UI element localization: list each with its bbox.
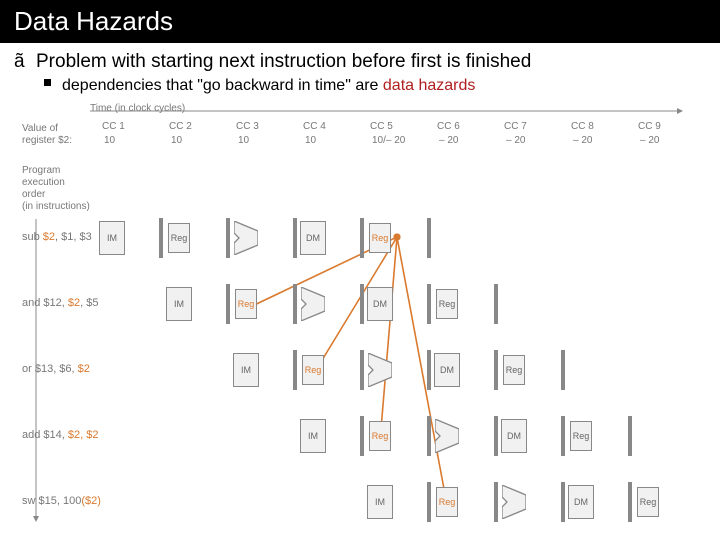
pipe-latch bbox=[360, 218, 364, 258]
reg-value: – 20 bbox=[573, 135, 592, 146]
instruction-label: or $13, $6, $2 bbox=[22, 363, 90, 375]
pipe-latch bbox=[561, 416, 565, 456]
pipe-latch bbox=[360, 350, 364, 390]
pipe-latch bbox=[561, 350, 565, 390]
dot-icon bbox=[44, 77, 62, 86]
sub-text-pre: dependencies that "go backward in time" … bbox=[62, 77, 383, 94]
cc-header: CC 6 bbox=[437, 121, 460, 132]
pipe-latch bbox=[159, 218, 163, 258]
pipe-latch bbox=[360, 416, 364, 456]
stage-im: IM bbox=[233, 353, 259, 387]
stage-im: IM bbox=[99, 221, 125, 255]
stage-wb-reg: Reg bbox=[369, 223, 391, 253]
bullet-symbol: ã bbox=[14, 51, 36, 73]
cc-header: CC 7 bbox=[504, 121, 527, 132]
stage-dm: DM bbox=[300, 221, 326, 255]
instruction-label: add $14, $2, $2 bbox=[22, 429, 98, 441]
time-header: Time (in clock cycles) bbox=[90, 103, 185, 114]
sub-text-hazard: data hazards bbox=[383, 77, 476, 94]
stage-im: IM bbox=[300, 419, 326, 453]
reg-value: 10 bbox=[171, 135, 182, 146]
stage-wb-reg: Reg bbox=[570, 421, 592, 451]
stage-wb-reg: Reg bbox=[436, 289, 458, 319]
stage-alu bbox=[368, 353, 392, 387]
stage-wb-reg: Reg bbox=[503, 355, 525, 385]
reg-value: 10 bbox=[305, 135, 316, 146]
value-header-b: register $2: bbox=[22, 135, 72, 146]
pipe-latch bbox=[360, 284, 364, 324]
sub-bullet: dependencies that "go backward in time" … bbox=[44, 77, 706, 95]
cc-header: CC 4 bbox=[303, 121, 326, 132]
pipe-latch bbox=[494, 482, 498, 522]
stage-im: IM bbox=[367, 485, 393, 519]
page-title: Data Hazards bbox=[0, 0, 720, 43]
pipeline-diagram: Time (in clock cycles) Value of register… bbox=[22, 103, 712, 533]
reg-value: – 20 bbox=[640, 135, 659, 146]
stage-wb-reg: Reg bbox=[637, 487, 659, 517]
stage-alu bbox=[502, 485, 526, 519]
pipe-latch bbox=[628, 482, 632, 522]
pipe-latch bbox=[427, 416, 431, 456]
pipe-latch bbox=[293, 218, 297, 258]
stage-id-reg: Reg bbox=[235, 289, 257, 319]
slide-body: ã Problem with starting next instruction… bbox=[0, 43, 720, 541]
stage-dm: DM bbox=[367, 287, 393, 321]
pipe-latch bbox=[494, 416, 498, 456]
instruction-label: and $12, $2, $5 bbox=[22, 297, 98, 309]
prog-c: order bbox=[22, 189, 45, 200]
stage-id-reg: Reg bbox=[302, 355, 324, 385]
pipe-latch bbox=[427, 218, 431, 258]
cc-header: CC 9 bbox=[638, 121, 661, 132]
pipe-latch bbox=[226, 218, 230, 258]
pipe-latch bbox=[494, 350, 498, 390]
reg-value: – 20 bbox=[439, 135, 458, 146]
pipe-latch bbox=[494, 284, 498, 324]
sub-text: dependencies that "go backward in time" … bbox=[62, 77, 475, 95]
pipe-latch bbox=[226, 284, 230, 324]
cc-header: CC 8 bbox=[571, 121, 594, 132]
bullet-main: ã Problem with starting next instruction… bbox=[14, 51, 706, 73]
pipe-latch bbox=[293, 350, 297, 390]
stage-id-reg: Reg bbox=[168, 223, 190, 253]
stage-id-reg: Reg bbox=[436, 487, 458, 517]
pipe-latch bbox=[427, 482, 431, 522]
pipe-latch bbox=[293, 284, 297, 324]
prog-d: (in instructions) bbox=[22, 201, 90, 212]
pipe-latch bbox=[561, 482, 565, 522]
stage-id-reg: Reg bbox=[369, 421, 391, 451]
stage-alu bbox=[301, 287, 325, 321]
cc-header: CC 3 bbox=[236, 121, 259, 132]
pipe-latch bbox=[628, 416, 632, 456]
stage-alu bbox=[234, 221, 258, 255]
stage-alu bbox=[435, 419, 459, 453]
value-header-a: Value of bbox=[22, 123, 58, 134]
reg-value: 10 bbox=[104, 135, 115, 146]
instruction-label: sub $2, $1, $3 bbox=[22, 231, 92, 243]
instruction-label: sw $15, 100($2) bbox=[22, 495, 101, 507]
cc-header: CC 1 bbox=[102, 121, 125, 132]
pipe-latch bbox=[427, 350, 431, 390]
bullet-text: Problem with starting next instruction b… bbox=[36, 51, 531, 73]
prog-a: Program bbox=[22, 165, 60, 176]
stage-dm: DM bbox=[501, 419, 527, 453]
reg-value: – 20 bbox=[506, 135, 525, 146]
reg-value: 10/– 20 bbox=[372, 135, 405, 146]
cc-header: CC 2 bbox=[169, 121, 192, 132]
prog-b: execution bbox=[22, 177, 65, 188]
stage-dm: DM bbox=[568, 485, 594, 519]
pipe-latch bbox=[427, 284, 431, 324]
stage-im: IM bbox=[166, 287, 192, 321]
cc-header: CC 5 bbox=[370, 121, 393, 132]
reg-value: 10 bbox=[238, 135, 249, 146]
stage-dm: DM bbox=[434, 353, 460, 387]
